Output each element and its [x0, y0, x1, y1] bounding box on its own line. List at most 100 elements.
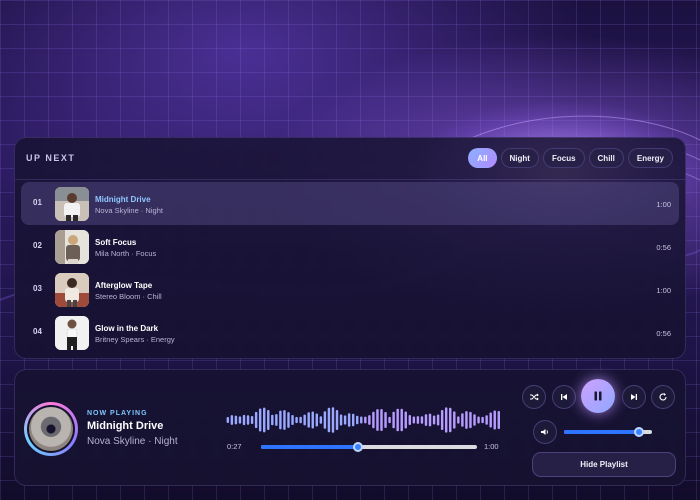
next-button[interactable] — [622, 385, 646, 409]
waveform-bar — [368, 415, 371, 425]
waveform-bar — [347, 413, 351, 427]
waveform-bar — [360, 416, 363, 424]
waveform-bar — [481, 416, 484, 424]
playlist-divider — [15, 179, 685, 180]
volume-fill — [564, 430, 639, 434]
waveform-bar — [226, 417, 230, 423]
waveform-bar — [444, 407, 448, 433]
waveform-bar — [489, 412, 492, 428]
track-number: 02 — [33, 241, 42, 250]
waveform-bar — [436, 414, 440, 426]
player-panel: NOW PLAYING Midnight Drive Nova Skyline … — [14, 369, 686, 486]
track-title: Afterglow Tape — [95, 281, 153, 290]
waveform-bar — [323, 411, 327, 429]
playlist-panel: UP NEXT All Night Focus Chill Energy 01 … — [14, 137, 686, 359]
track-subtitle: Mila North · Focus — [95, 249, 157, 258]
track-duration: 0:56 — [656, 329, 671, 338]
waveform-bar — [376, 409, 379, 431]
track-number: 03 — [33, 284, 42, 293]
waveform-bar — [279, 410, 282, 430]
hide-playlist-button[interactable]: Hide Playlist — [532, 452, 676, 477]
filter-chip-all[interactable]: All — [468, 148, 497, 168]
waveform-bar — [246, 415, 250, 425]
repeat-icon — [658, 392, 668, 402]
waveform-bar — [428, 413, 432, 427]
track-thumbnail — [55, 187, 89, 221]
waveform-bar — [493, 410, 496, 430]
waveform-bar — [473, 414, 476, 426]
shuffle-button[interactable] — [522, 385, 546, 409]
now-playing-title: Midnight Drive — [87, 420, 164, 432]
waveform-bar — [449, 407, 452, 433]
waveform-bar — [388, 416, 391, 424]
volume-slider[interactable] — [564, 427, 652, 437]
previous-button[interactable] — [552, 385, 576, 409]
track-subtitle: Nova Skyline · Night — [95, 206, 163, 215]
waveform-bar — [331, 407, 335, 433]
waveform-bar — [315, 413, 319, 427]
waveform-bar — [469, 411, 472, 429]
track-subtitle: Stereo Bloom · Chill — [95, 292, 162, 301]
waveform-bar — [230, 415, 234, 425]
progress-bar[interactable] — [261, 442, 477, 452]
waveform-bar — [364, 416, 367, 424]
track-thumbnail — [55, 230, 89, 264]
waveform-bar — [416, 416, 420, 424]
now-playing-label: NOW PLAYING — [87, 410, 148, 417]
track-duration: 1:00 — [656, 200, 671, 209]
now-playing-artist: Nova Skyline · Night — [87, 436, 178, 447]
playlist-title: UP NEXT — [26, 153, 76, 163]
track-row[interactable]: 03 Afterglow Tape Stereo Bloom · Chill 1… — [21, 268, 679, 311]
filter-chip-night[interactable]: Night — [500, 148, 539, 168]
next-icon — [629, 392, 639, 402]
waveform-bar — [238, 416, 242, 424]
pause-icon — [592, 390, 604, 402]
track-number: 01 — [33, 198, 42, 207]
waveform-bar — [242, 414, 246, 426]
waveform-bar — [477, 416, 480, 424]
waveform-bar — [291, 414, 294, 426]
volume-handle[interactable] — [633, 427, 644, 437]
track-title: Soft Focus — [95, 238, 137, 247]
waveform-bar — [254, 411, 258, 429]
track-list: 01 Midnight Drive Nova Skyline · Night 1… — [21, 182, 679, 354]
track-subtitle: Britney Spears · Energy — [95, 335, 175, 344]
waveform-bar — [351, 413, 355, 427]
filter-chip-focus[interactable]: Focus — [542, 148, 585, 168]
filter-chip-chill[interactable]: Chill — [588, 148, 624, 168]
waveform-bar — [497, 410, 500, 430]
waveform-bar — [311, 411, 314, 429]
waveform-bar — [457, 416, 460, 424]
progress-fill — [261, 445, 359, 449]
waveform-bar — [440, 410, 444, 430]
filter-chip-energy[interactable]: Energy — [627, 148, 673, 168]
track-row[interactable]: 04 Glow in the Dark Britney Spears · Ene… — [21, 311, 679, 354]
progress-handle[interactable] — [353, 442, 364, 452]
waveform-bar — [461, 413, 464, 427]
waveform-bar — [396, 408, 399, 432]
waveform-bar — [303, 414, 306, 426]
volume-button[interactable] — [533, 420, 557, 444]
track-title: Glow in the Dark — [95, 324, 159, 333]
previous-icon — [559, 392, 569, 402]
track-thumbnail — [55, 316, 89, 350]
album-disc — [24, 402, 78, 456]
waveform-bar — [299, 416, 302, 424]
waveform-bar — [319, 416, 323, 424]
track-row[interactable]: 02 Soft Focus Mila North · Focus 0:56 — [21, 225, 679, 268]
waveform-bar — [335, 409, 339, 430]
repeat-button[interactable] — [651, 385, 675, 409]
track-title: Midnight Drive — [95, 195, 151, 204]
shuffle-icon — [529, 392, 539, 402]
waveform-bar — [404, 411, 407, 429]
play-pause-button[interactable] — [581, 379, 615, 413]
track-duration: 0:56 — [656, 243, 671, 252]
waveform-bar — [453, 411, 456, 429]
waveform-bar — [384, 411, 387, 429]
track-row[interactable]: 01 Midnight Drive Nova Skyline · Night 1… — [21, 182, 679, 225]
waveform-bar — [408, 415, 412, 425]
waveform-bar — [258, 408, 262, 432]
waveform-bar — [432, 415, 436, 425]
waveform-visualizer — [226, 407, 500, 433]
waveform-bar — [465, 411, 468, 429]
